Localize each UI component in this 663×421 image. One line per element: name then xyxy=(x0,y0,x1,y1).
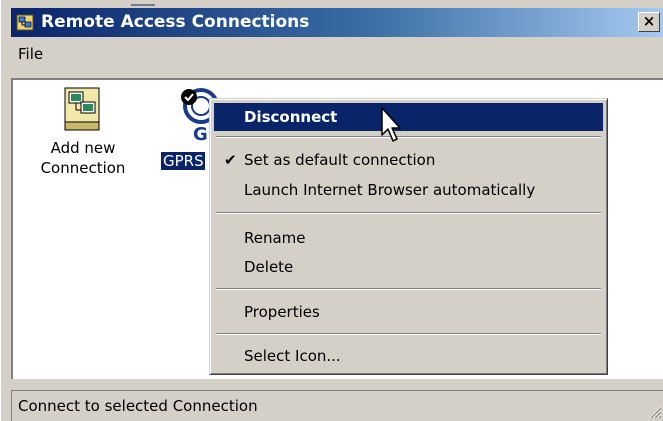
top-edge-mark xyxy=(131,4,155,6)
close-icon: × xyxy=(642,12,656,30)
network-connections-icon xyxy=(16,14,34,31)
menu-item-select-icon[interactable]: Select Icon... xyxy=(214,342,603,370)
menu-item-disconnect[interactable]: Disconnect xyxy=(214,103,603,131)
status-bar: Connect to selected Connection xyxy=(11,388,663,421)
checkmark-icon: ✔ xyxy=(224,151,237,169)
gprs-connection-label[interactable]: GPRS xyxy=(160,151,206,171)
add-new-connection-item[interactable]: Add new Connection xyxy=(33,86,133,178)
resize-grip-icon[interactable] xyxy=(648,405,662,419)
menu-separator xyxy=(216,288,601,290)
menu-item-launch-browser-label: Launch Internet Browser automatically xyxy=(244,181,536,199)
window-title: Remote Access Connections xyxy=(41,12,310,32)
status-panel: Connect to selected Connection xyxy=(11,390,663,421)
gprs-icon-letter: G xyxy=(193,124,208,142)
menu-item-rename[interactable]: Rename xyxy=(214,224,603,252)
context-menu: Disconnect ✔ Set as default connection L… xyxy=(209,98,608,375)
close-button[interactable]: × xyxy=(638,12,660,32)
menu-item-delete[interactable]: Delete xyxy=(214,253,603,281)
mouse-pointer-icon xyxy=(381,107,401,142)
menu-item-set-default[interactable]: ✔ Set as default connection xyxy=(214,146,603,174)
menu-item-set-default-label: Set as default connection xyxy=(244,151,436,169)
menu-item-delete-label: Delete xyxy=(244,258,294,276)
status-text: Connect to selected Connection xyxy=(18,397,258,415)
menu-item-disconnect-label: Disconnect xyxy=(244,108,338,126)
remote-access-window: Remote Access Connections × File Add new… xyxy=(0,0,663,421)
menu-item-launch-browser[interactable]: Launch Internet Browser automatically xyxy=(214,176,603,204)
add-new-label-line1: Add new xyxy=(50,139,116,157)
menu-file[interactable]: File xyxy=(13,44,48,64)
menu-bar: File xyxy=(11,40,663,68)
window-top-edge xyxy=(1,0,663,8)
menu-item-rename-label: Rename xyxy=(244,229,306,247)
add-connection-icon xyxy=(64,87,100,131)
title-bar[interactable]: Remote Access Connections × xyxy=(11,8,663,37)
menu-separator xyxy=(216,333,601,335)
menu-item-properties-label: Properties xyxy=(244,303,320,321)
menu-separator xyxy=(216,212,601,214)
add-new-label-line2: Connection xyxy=(40,159,126,177)
menu-separator xyxy=(216,136,601,138)
menu-item-select-icon-label: Select Icon... xyxy=(244,347,341,365)
menu-item-properties[interactable]: Properties xyxy=(214,298,603,326)
